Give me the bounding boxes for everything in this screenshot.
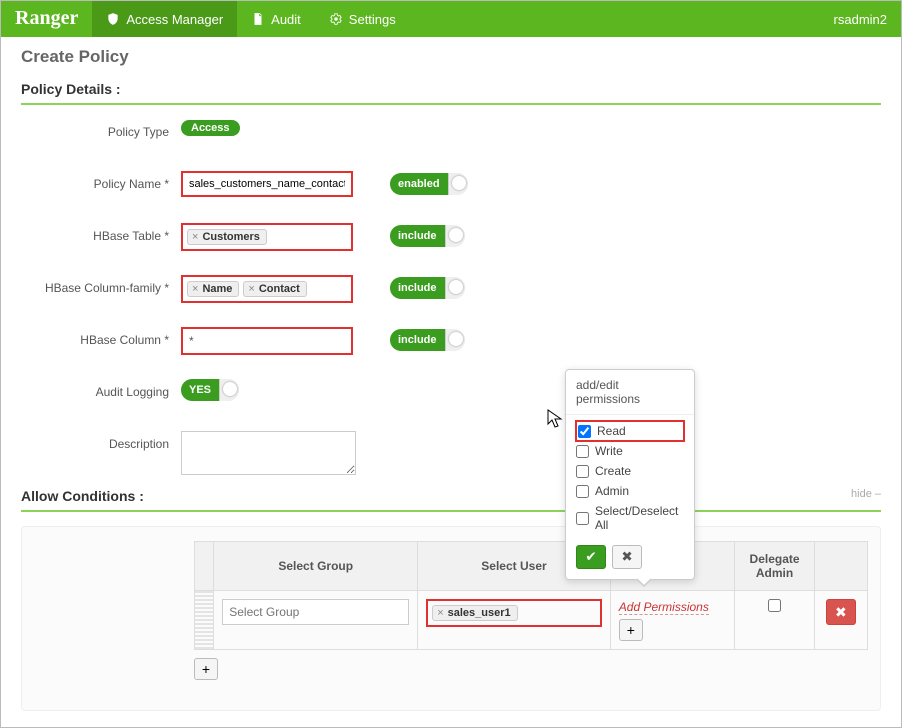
tag-sales-user1[interactable]: ×sales_user1 — [432, 605, 517, 621]
nav-access-manager[interactable]: Access Manager — [92, 1, 237, 37]
delegate-admin-checkbox[interactable] — [768, 599, 781, 612]
divider — [21, 103, 881, 105]
section-allow-conditions: Allow Conditions : — [21, 488, 881, 504]
toggle-audit[interactable]: YES — [181, 379, 239, 401]
tag-remove-icon[interactable]: × — [248, 283, 254, 295]
select-user-input[interactable]: ×sales_user1 — [426, 599, 602, 627]
hide-link[interactable]: hide – — [851, 488, 881, 500]
perm-opt-read[interactable]: Read — [576, 421, 684, 441]
perm-write-checkbox[interactable] — [576, 445, 589, 458]
nav-settings[interactable]: Settings — [315, 1, 410, 37]
col-group: Select Group — [214, 542, 418, 591]
label-hbase-cf: HBase Column-family * — [21, 275, 181, 295]
drag-handle[interactable] — [195, 591, 214, 650]
popup-caret-icon — [636, 579, 652, 587]
hbase-col-input[interactable]: * — [181, 327, 353, 355]
brand-logo: Ranger — [1, 1, 92, 37]
policy-name-input[interactable] — [181, 171, 353, 197]
col-delete — [814, 542, 867, 591]
hbase-cf-input[interactable]: ×Name ×Contact — [181, 275, 353, 303]
tag-remove-icon[interactable]: × — [192, 231, 198, 243]
perm-create-checkbox[interactable] — [576, 465, 589, 478]
condition-row: ×sales_user1 Add Permissions + — [195, 591, 868, 650]
perm-opt-all[interactable]: Select/Deselect All — [576, 501, 684, 535]
nav-label: Settings — [349, 12, 396, 27]
perm-opt-create[interactable]: Create — [576, 461, 684, 481]
label-hbase-table: HBase Table * — [21, 223, 181, 243]
perm-opt-admin[interactable]: Admin — [576, 481, 684, 501]
label-audit: Audit Logging — [21, 379, 181, 399]
label-hbase-col: HBase Column * — [21, 327, 181, 347]
col-delegate: Delegate Admin — [735, 542, 814, 591]
add-permissions-link[interactable]: Add Permissions — [619, 600, 709, 615]
document-icon — [251, 12, 265, 26]
popup-title: add/edit permissions — [566, 370, 694, 415]
cursor-icon — [547, 409, 563, 429]
nav-label: Access Manager — [126, 12, 223, 27]
divider — [21, 510, 881, 512]
top-nav: Ranger Access Manager Audit Settings rsa… — [1, 1, 901, 37]
nav-audit[interactable]: Audit — [237, 1, 315, 37]
policy-type-badge: Access — [181, 120, 240, 136]
user-label: rsadmin2 — [834, 12, 887, 27]
select-group-input[interactable] — [222, 599, 409, 625]
popup-cancel-button[interactable]: ✖ — [612, 545, 642, 569]
tag-name[interactable]: ×Name — [187, 281, 239, 297]
popup-ok-button[interactable]: ✔ — [576, 545, 606, 569]
tag-contact[interactable]: ×Contact — [243, 281, 306, 297]
perm-admin-checkbox[interactable] — [576, 485, 589, 498]
toggle-include-table[interactable]: include — [390, 225, 465, 247]
perm-read-checkbox[interactable] — [578, 425, 591, 438]
conditions-table: Select Group Select User Delegate Admin — [194, 541, 868, 650]
label-policy-name: Policy Name * — [21, 171, 181, 191]
description-input[interactable] — [181, 431, 356, 475]
delete-row-button[interactable]: ✖ — [826, 599, 856, 625]
tag-customers[interactable]: ×Customers — [187, 229, 267, 245]
label-policy-type: Policy Type — [21, 119, 181, 139]
tag-remove-icon[interactable]: × — [437, 607, 443, 619]
permissions-popup: add/edit permissions Read Write Create A… — [565, 369, 695, 580]
section-policy-details: Policy Details : — [21, 81, 881, 97]
user-menu[interactable]: rsadmin2 — [814, 1, 901, 37]
conditions-panel: Select Group Select User Delegate Admin — [21, 526, 881, 711]
gear-icon — [329, 12, 343, 26]
add-row-button[interactable]: + — [194, 658, 218, 680]
add-permission-plus-button[interactable]: + — [619, 619, 643, 641]
perm-all-checkbox[interactable] — [576, 512, 589, 525]
page-title: Create Policy — [21, 47, 881, 67]
perm-opt-write[interactable]: Write — [576, 441, 684, 461]
toggle-enabled[interactable]: enabled — [390, 173, 468, 195]
nav-label: Audit — [271, 12, 301, 27]
hbase-table-input[interactable]: ×Customers — [181, 223, 353, 251]
tag-remove-icon[interactable]: × — [192, 283, 198, 295]
toggle-include-col[interactable]: include — [390, 329, 465, 351]
shield-icon — [106, 12, 120, 26]
toggle-include-cf[interactable]: include — [390, 277, 465, 299]
label-description: Description — [21, 431, 181, 451]
